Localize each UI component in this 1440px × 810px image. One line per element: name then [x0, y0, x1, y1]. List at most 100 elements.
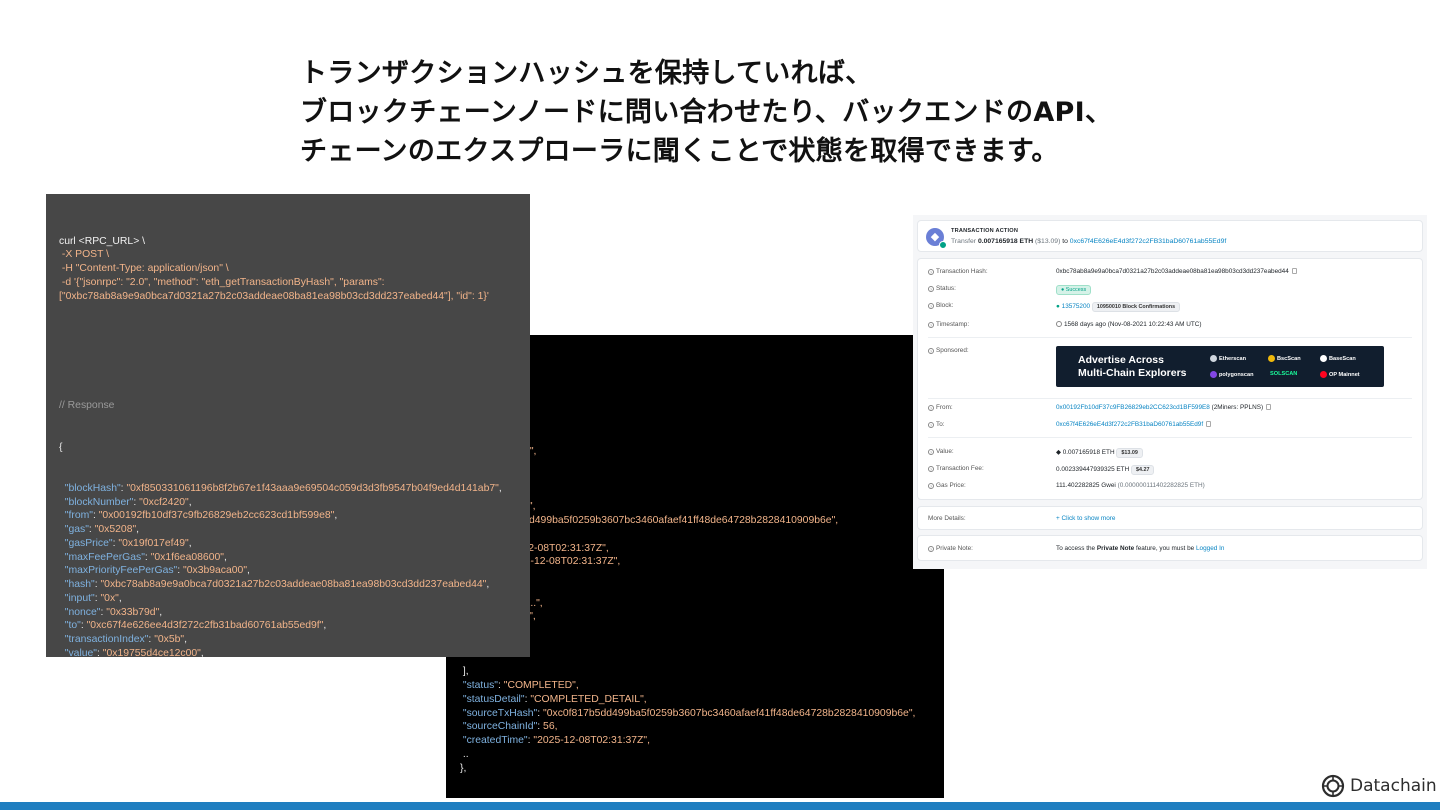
- fee-usd-badge: $4.27: [1130, 465, 1155, 475]
- tx-hash-value: 0xbc78ab8a9e9a0bca7d0321a27b2c03addeae08…: [1056, 268, 1289, 275]
- help-icon: ?: [928, 483, 934, 489]
- show-more-link[interactable]: + Click to show more: [1056, 515, 1116, 522]
- response-field: "input": "0x",: [64, 592, 122, 604]
- help-icon: ?: [928, 449, 934, 455]
- backend-line: [460, 404, 944, 418]
- sponsored-ad-banner[interactable]: Advertise Across Multi-Chain Explorers E…: [1056, 346, 1384, 387]
- request-line: -X POST \: [59, 249, 110, 261]
- heading-line-2: ブロックチェーンノードに問い合わせたり、バックエンドのAPI、: [300, 97, 1113, 128]
- rpc-response-fields: "blockHash": "0xf850331061196b8f2b67e1f4…: [59, 482, 530, 657]
- help-icon: ?: [928, 405, 934, 411]
- clock-icon: [1056, 321, 1062, 327]
- backend-line: [460, 390, 944, 404]
- from-label: From:: [936, 404, 953, 411]
- transaction-details-box: ? Transaction Hash: 0xbc78ab8a9e9a0bca7d0…: [917, 258, 1423, 500]
- help-icon: ?: [928, 422, 934, 428]
- block-check-icon: ●: [1056, 303, 1060, 310]
- response-field: "nonce": "0x33b79d",: [64, 606, 163, 618]
- polygonscan-logo: polygonscan: [1210, 371, 1254, 378]
- solscan-logo: SOLSCAN: [1270, 371, 1298, 377]
- field-key: "maxFeePerGas": [64, 551, 145, 563]
- field-value: "0xf850331061196b8f2b67e1f43aaa9e69504c0…: [126, 482, 499, 494]
- gas-price-label: Gas Price:: [936, 482, 966, 489]
- logged-in-link[interactable]: Logged In: [1196, 545, 1224, 552]
- response-field: "value": "0x19755d4ce12c00",: [64, 647, 204, 657]
- backend-code-lines: ons NSFER_POOL",,5, "SUCCEEDED",: "0xc0f81…: [460, 377, 944, 776]
- backend-line: [460, 583, 944, 597]
- response-field: "maxFeePerGas": "0x1f6ea08600",: [64, 551, 227, 563]
- sponsored-label: Sponsored:: [936, 347, 969, 354]
- note-mid: feature, you must be: [1135, 545, 1195, 552]
- from-address-link[interactable]: 0x00192Fb10dF37c9FB26829eb2CC623cd1BF599…: [1056, 404, 1210, 411]
- basescan-logo: BaseScan: [1320, 355, 1356, 362]
- value-label: Value:: [936, 448, 954, 455]
- copy-icon[interactable]: [1291, 268, 1297, 274]
- backend-line: [460, 418, 944, 432]
- help-icon: ?: [928, 348, 934, 354]
- help-icon: ?: [928, 269, 934, 275]
- backend-line: ": 56,: [460, 528, 944, 542]
- backend-line: ..: [460, 748, 469, 760]
- note-prefix: To access the: [1056, 545, 1096, 552]
- to-address-link[interactable]: 0xc67f4E626eE4d3f272c2FB31baD60761ab55Ed…: [1056, 421, 1203, 428]
- divider: [928, 398, 1412, 399]
- backend-line: NSFER_POOL",: [460, 445, 944, 459]
- backend-line: "SUCCEEDED",: [460, 500, 944, 514]
- response-field: "from": "0x00192fb10df37c9fb26829eb2cc62…: [64, 510, 338, 522]
- divider: [928, 337, 1412, 338]
- response-field: "to": "0xc67f4e626ee4d3f272c2fb31bad6076…: [64, 620, 327, 632]
- datachain-logo-icon: [1321, 774, 1345, 798]
- field-value: "0xcf2420": [139, 496, 189, 508]
- block-link[interactable]: 13575200: [1062, 303, 1090, 310]
- backend-line: 1,: [460, 569, 944, 583]
- gas-price-gwei: 111.402282825 Gwei: [1056, 482, 1116, 489]
- response-comment: // Response: [59, 400, 115, 412]
- response-field: "transactionIndex": "0x5b",: [64, 634, 187, 645]
- ad-line-2: Multi-Chain Explorers: [1078, 367, 1187, 379]
- heading-line-3: チェーンのエクスプローラに聞くことで状態を取得できます。: [300, 136, 1059, 167]
- field-value: "0x5b": [154, 634, 185, 645]
- ad-headline: Advertise Across Multi-Chain Explorers: [1078, 354, 1187, 380]
- field-key: "to": [64, 620, 81, 632]
- backend-line: edTime": "2025-12-08T02:31:37Z",: [460, 556, 621, 568]
- value-usd-badge: $13.09: [1116, 448, 1143, 458]
- field-key: "nonce": [64, 606, 101, 618]
- slide-heading: トランザクションハッシュを保持していれば、 ブロックチェーンノードに問い合わせた…: [300, 54, 1300, 171]
- backend-line: [460, 624, 944, 638]
- transfer-amount: 0.007165918 ETH: [977, 238, 1034, 245]
- response-field: "gas": "0x5208",: [64, 524, 140, 535]
- help-icon: ?: [928, 466, 934, 472]
- field-value: "0x19f017ef49": [118, 537, 189, 549]
- fee-amount: 0.002339447939325 ETH: [1056, 466, 1130, 473]
- response-field: "hash": "0xbc78ab8a9e9a0bca7d0321a27b2c0…: [64, 579, 490, 590]
- to-label: To:: [936, 421, 945, 428]
- request-line: -d '{"jsonrpc": "2.0", "method": "eth_ge…: [59, 276, 385, 288]
- explorer-screenshot: ◆ TRANSACTION ACTION Transfer 0.00716591…: [913, 215, 1427, 569]
- transfer-to-link[interactable]: 0xc67f4E626eE4d3f272c2FB31baD60761ab55Ed…: [1070, 238, 1226, 245]
- brand-logo: Datachain: [1321, 771, 1437, 801]
- request-line: -H "Content-Type: application/json" \: [59, 263, 229, 274]
- help-icon: ?: [928, 322, 934, 328]
- copy-icon[interactable]: [1266, 404, 1272, 410]
- divider: [928, 437, 1412, 438]
- backend-line: ": "SendPacket",: [460, 610, 944, 624]
- value-amount: 0.007165918 ETH: [1062, 449, 1115, 456]
- backend-line: [460, 638, 944, 652]
- field-value: "0x00192fb10df37c9fb26829eb2cc623cd1bf59…: [98, 510, 335, 522]
- note-bold: Private Note: [1096, 545, 1135, 552]
- response-field: "blockNumber": "0xcf2420",: [64, 496, 192, 508]
- private-note-label: Private Note:: [936, 545, 973, 552]
- backend-line: Time": "2025-12-08T02:31:37Z",: [460, 542, 609, 554]
- transaction-action-title: TRANSACTION ACTION: [951, 228, 1019, 234]
- backend-line: "sourceTxHash": "0xc0f817b5dd499ba5f0259…: [460, 707, 916, 719]
- backend-line: ],: [460, 666, 469, 678]
- response-field: "gasPrice": "0x19f017ef49",: [64, 537, 192, 549]
- transfer-word: Transfer: [951, 238, 977, 245]
- brand-name: Datachain: [1350, 776, 1437, 796]
- timestamp-value: 1568 days ago (Nov-08-2021 10:22:43 AM U…: [1064, 321, 1202, 328]
- fee-label: Transaction Fee:: [936, 465, 984, 472]
- copy-icon[interactable]: [1206, 421, 1212, 427]
- request-line: ["0xbc78ab8a9e9a0bca7d0321a27b2c03addeae…: [59, 290, 489, 302]
- status-label: Status:: [936, 285, 956, 292]
- backend-line: "statusDetail": "COMPLETED_DETAIL",: [460, 693, 647, 705]
